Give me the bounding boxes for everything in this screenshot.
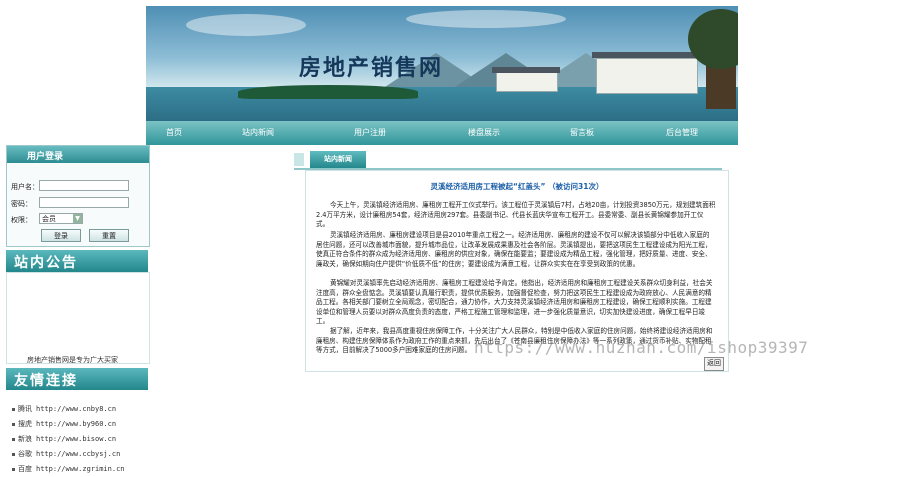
role-select[interactable]: 会员 ▼ <box>39 213 83 224</box>
notice-text: 房地产销售网是专为广大买家 <box>27 356 118 364</box>
tree <box>688 9 738 109</box>
main-nav: 首页 站内新闻 用户注册 楼盘展示 留言板 后台管理 <box>146 121 738 145</box>
island <box>238 85 418 99</box>
watermark: https://www.huzhan.com/ishop39397 <box>474 338 809 357</box>
bullet-icon <box>12 437 15 441</box>
cloud <box>186 14 306 36</box>
villa-building <box>596 58 698 94</box>
role-label: 权限： <box>11 216 32 224</box>
tab-decoration <box>294 153 304 166</box>
nav-home[interactable]: 首页 <box>166 127 182 138</box>
login-panel: 用户登录 用户名： 密码： 权限： 会员 ▼ 登录 重置 <box>6 145 150 247</box>
nav-news[interactable]: 站内新闻 <box>242 127 274 138</box>
login-button[interactable]: 登录 <box>41 229 81 242</box>
login-title: 用户登录 <box>27 152 64 162</box>
nav-admin[interactable]: 后台管理 <box>666 127 698 138</box>
links-heading: 友情连接 <box>6 368 148 390</box>
password-label: 密码： <box>11 200 32 208</box>
nav-listings[interactable]: 楼盘展示 <box>468 127 500 138</box>
notice-body: 房地产销售网是专为广大买家 <box>6 272 150 364</box>
username-input[interactable] <box>39 180 129 191</box>
reset-button[interactable]: 重置 <box>89 229 129 242</box>
friend-link[interactable]: 搜虎 http://www.by960.cn <box>12 419 116 429</box>
link-url: http://www.cnby8.cn <box>36 405 117 413</box>
username-label: 用户名： <box>11 183 39 191</box>
link-name: 腾讯 <box>18 405 32 413</box>
villa-roof <box>492 67 560 73</box>
bullet-icon <box>12 452 15 456</box>
link-name: 新浪 <box>18 435 32 443</box>
tab-news[interactable]: 站内新闻 <box>310 151 366 168</box>
nav-guestbook[interactable]: 留言板 <box>570 127 594 138</box>
cloud <box>406 10 566 28</box>
friend-link[interactable]: 百度 http://www.zgrimin.cn <box>12 464 125 474</box>
link-name: 百度 <box>18 465 32 473</box>
bullet-icon <box>12 407 15 411</box>
links-title: 友情连接 <box>14 373 78 389</box>
article-title: 灵溪经济适用房工程被起“红盖头” （被访问31次） <box>430 182 604 191</box>
role-value: 会员 <box>42 215 56 223</box>
login-heading: 用户登录 <box>7 146 149 163</box>
link-url: http://www.ccbysj.cn <box>36 450 121 458</box>
link-url: http://www.by960.cn <box>36 420 117 428</box>
bullet-icon <box>12 422 15 426</box>
friend-link[interactable]: 谷歌 http://www.ccbysj.cn <box>12 449 120 459</box>
chevron-down-icon: ▼ <box>73 214 82 223</box>
notice-heading: 站内公告 <box>6 250 148 272</box>
villa-roof <box>592 52 700 58</box>
nav-register[interactable]: 用户注册 <box>354 127 386 138</box>
notice-title: 站内公告 <box>14 255 78 271</box>
header-banner: 房地产销售网 <box>146 6 738 121</box>
password-input[interactable] <box>39 197 129 208</box>
article-paragraph: 灵溪镇经济适用房、廉租房建设项目是县2010年重点工程之一。经济适用房、廉租房的… <box>316 231 712 268</box>
villa-building <box>496 72 558 92</box>
back-button[interactable]: 返回 <box>704 357 724 371</box>
bullet-icon <box>12 467 15 471</box>
friend-link[interactable]: 腾讯 http://www.cnby8.cn <box>12 404 116 414</box>
article-paragraph: 黄锦耀对灵溪镇率先启动经济适用房、廉租房工程建设给予肯定。他指出，经济适用房和廉… <box>316 279 713 325</box>
link-url: http://www.bisow.cn <box>36 435 117 443</box>
link-name: 谷歌 <box>18 450 32 458</box>
link-name: 搜虎 <box>18 420 32 428</box>
link-url: http://www.zgrimin.cn <box>36 465 125 473</box>
site-title: 房地产销售网 <box>299 55 444 81</box>
news-tab-bar: 站内新闻 <box>294 151 722 170</box>
friend-link[interactable]: 新浪 http://www.bisow.cn <box>12 434 116 444</box>
article-paragraph: 今天上午，灵溪镇经济适用房、廉租房工程开工仪式举行。该工程位于灵溪镇后7村，占地… <box>316 201 716 228</box>
